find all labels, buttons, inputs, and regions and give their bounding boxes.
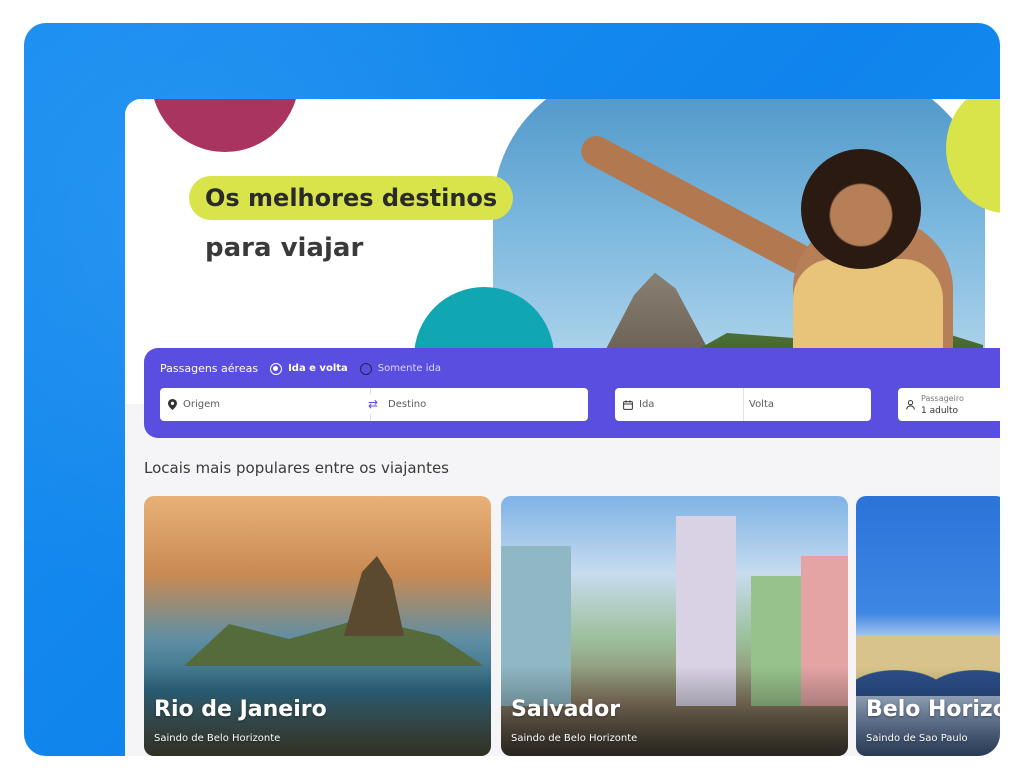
hero-subtitle: para viajar	[205, 233, 364, 263]
popular-section: Locais mais populares entre os viajantes…	[125, 404, 1000, 756]
card-origin: Saindo de Belo Horizonte	[511, 733, 638, 744]
trip-type-label: Somente ida	[377, 363, 441, 374]
passengers-value: 1 adulto	[921, 405, 959, 416]
passengers-field[interactable]: Passageiro 1 adulto	[898, 388, 1000, 421]
passengers-label: Passageiro	[921, 393, 964, 403]
card-origin: Saindo de Belo Horizonte	[154, 733, 281, 744]
swap-arrows-icon[interactable]: ⇄	[363, 394, 383, 414]
return-placeholder: Volta	[749, 399, 775, 410]
origin-destination-field: Origem ⇄ Destino	[160, 388, 588, 421]
passengers-text: Passageiro 1 adulto	[921, 392, 964, 418]
calendar-icon	[623, 399, 633, 410]
radio-unselected-icon	[359, 362, 372, 375]
woman-head	[801, 149, 921, 269]
trip-type-oneway[interactable]: Somente ida	[359, 362, 441, 375]
card-origin: Saindo de Sao Paulo	[866, 733, 968, 744]
flight-search-bar: Passagens aéreas Ida e volta Somente ida…	[144, 348, 1000, 438]
departure-placeholder: Ida	[639, 399, 655, 410]
location-pin-icon	[168, 399, 177, 410]
trip-type-label: Ida e volta	[288, 363, 348, 374]
trip-type-roundtrip[interactable]: Ida e volta	[270, 362, 348, 375]
background-frame: Os melhores destinos para viajar Locais …	[24, 23, 1000, 756]
destination-card-rio[interactable]: Rio de Janeiro Saindo de Belo Horizonte	[144, 496, 491, 756]
return-input[interactable]: Volta	[749, 399, 774, 410]
radio-selected-icon	[270, 362, 283, 375]
departure-input[interactable]: Ida	[623, 399, 654, 410]
app-screen: Os melhores destinos para viajar Locais …	[125, 99, 1000, 756]
search-section-label: Passagens aéreas	[160, 362, 259, 375]
card-city: Rio de Janeiro	[154, 697, 327, 722]
search-header: Passagens aéreas Ida e volta Somente ida	[160, 362, 441, 375]
origin-placeholder: Origem	[183, 399, 221, 410]
card-mountain	[344, 556, 404, 636]
destination-card-salvador[interactable]: Salvador Saindo de Belo Horizonte	[501, 496, 848, 756]
destination-input[interactable]: Destino	[388, 399, 426, 410]
pointing-arm	[575, 130, 820, 280]
sugarloaf-mountain	[605, 272, 709, 349]
card-city: Salvador	[511, 697, 621, 722]
field-divider	[743, 388, 744, 421]
decor-circle-magenta	[151, 99, 299, 152]
woman-top	[793, 259, 943, 349]
destination-card-belo-horizonte[interactable]: Belo Horizonte Saindo de Sao Paulo	[856, 496, 1000, 756]
destination-placeholder: Destino	[388, 399, 427, 410]
card-city: Belo Horizonte	[866, 697, 1000, 722]
card-landscape	[184, 618, 484, 666]
hero-photo	[493, 99, 985, 349]
hero-title: Os melhores destinos	[189, 176, 514, 220]
origin-input[interactable]: Origem	[160, 399, 220, 410]
person-icon	[906, 399, 915, 410]
dates-field: Ida Volta	[615, 388, 871, 421]
popular-title: Locais mais populares entre os viajantes	[144, 459, 449, 477]
